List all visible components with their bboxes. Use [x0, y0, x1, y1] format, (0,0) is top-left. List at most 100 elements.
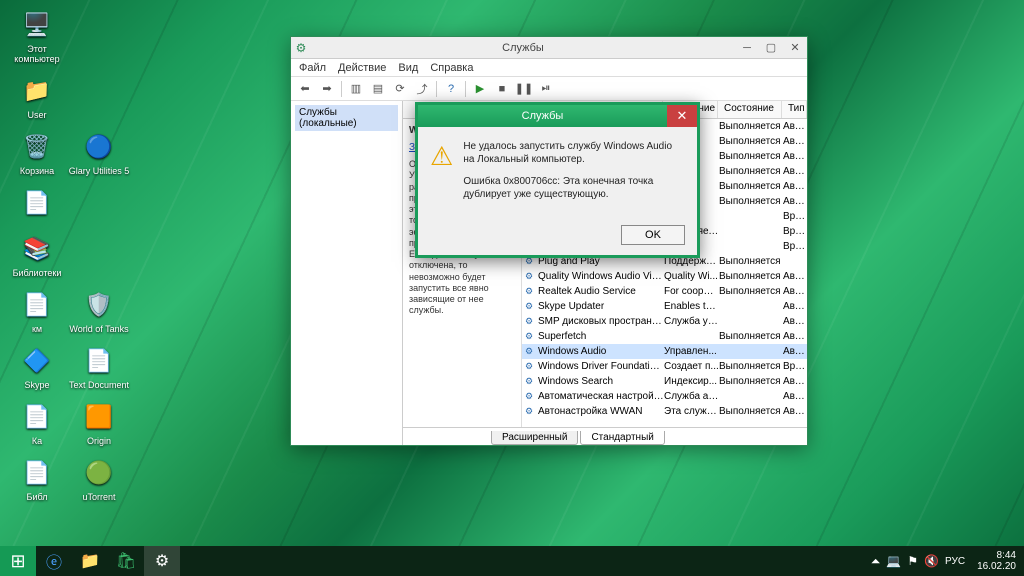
desktop-icon-glyph: 📄	[82, 344, 116, 378]
taskbar-store-icon[interactable]: 🛍	[108, 546, 144, 576]
desktop-icon[interactable]	[68, 8, 130, 44]
desktop-icon-glyph: 🟢	[82, 456, 116, 490]
desktop-icon-glyph	[82, 8, 116, 42]
menu-view[interactable]: Вид	[398, 62, 418, 74]
restart-service-icon[interactable]: ⏯	[536, 79, 556, 99]
desktop-icon[interactable]: 🛡️World of Tanks	[68, 288, 130, 334]
close-button[interactable]: ✕	[783, 38, 807, 58]
service-row[interactable]: ⚙ Windows Search Индексир... Выполняется…	[522, 374, 807, 389]
service-name: SMP дисковых пространств...	[536, 316, 664, 327]
desktop-icon[interactable]	[68, 232, 130, 268]
desktop-icon-label: Корзина	[6, 166, 68, 176]
service-row[interactable]: ⚙ Skype Updater Enables th... Автоматиче…	[522, 299, 807, 314]
service-startup: Автоматиче...	[783, 286, 807, 297]
service-status: Выполняется	[719, 166, 783, 177]
service-row[interactable]: ⚙ Superfetch Выполняется Автоматиче...	[522, 329, 807, 344]
service-startup: Вручную	[783, 226, 807, 237]
start-button[interactable]: ⊞	[0, 546, 36, 576]
taskbar: ⊞ ⓔ 📁 🛍 ⚙ ⏶ 💻 ⚑ 🔇 РУС 8:44 16.02.20	[0, 546, 1024, 576]
taskbar-ie-icon[interactable]: ⓔ	[36, 546, 72, 576]
desktop-icon[interactable]: 🖥️Этот компьютер	[6, 8, 68, 64]
desktop-icon-glyph: 📚	[20, 232, 54, 266]
service-row[interactable]: ⚙ Windows Driver Foundation... Создает п…	[522, 359, 807, 374]
console-tree[interactable]: Службы (локальные)	[291, 101, 403, 445]
ok-button[interactable]: OK	[621, 225, 685, 245]
tray-action-center-icon[interactable]: ⚑	[907, 554, 918, 568]
tab-extended[interactable]: Расширенный	[491, 431, 578, 445]
service-name: Realtek Audio Service	[536, 286, 664, 297]
dialog-titlebar[interactable]: Службы ✕	[418, 105, 697, 127]
col-startup[interactable]: Тип запуска	[782, 101, 807, 118]
stop-service-icon[interactable]: ■	[492, 79, 512, 99]
menu-file[interactable]: Файл	[299, 62, 326, 74]
export-icon[interactable]: ⤴	[412, 79, 432, 99]
service-status: Выполняется	[719, 181, 783, 192]
service-status: Выполняется	[719, 286, 783, 297]
service-desc: Служба уз...	[664, 316, 719, 327]
dialog-close-button[interactable]: ✕	[667, 105, 697, 127]
service-startup: Автоматиче...	[783, 181, 807, 192]
show-hide-tree-icon[interactable]: ▥	[346, 79, 366, 99]
service-row[interactable]: ⚙ Автоматическая настройк... Служба ав..…	[522, 389, 807, 404]
desktop-icon[interactable]	[68, 74, 130, 110]
system-tray: ⏶ 💻 ⚑ 🔇 РУС 8:44 16.02.20	[871, 550, 1024, 572]
tray-chevron-icon[interactable]: ⏶	[871, 554, 881, 569]
desktop-icon[interactable]: 📄	[6, 186, 68, 222]
service-row[interactable]: ⚙ SMP дисковых пространств... Служба уз.…	[522, 314, 807, 329]
desktop-icon-label: Этот компьютер	[6, 44, 68, 64]
service-row[interactable]: ⚙ Автонастройка WWAN Эта служб... Выполн…	[522, 404, 807, 419]
desktop-icon[interactable]: 🔵Glary Utilities 5	[68, 130, 130, 176]
titlebar[interactable]: ⚙ Службы ─ ▢ ✕	[291, 37, 807, 59]
pause-service-icon[interactable]: ❚❚	[514, 79, 534, 99]
back-icon[interactable]: ⬅	[295, 79, 315, 99]
service-row[interactable]: ⚙ Windows Audio Управлен... Автоматиче..…	[522, 344, 807, 359]
service-startup: Вручную	[783, 211, 807, 222]
desktop-icon[interactable]: 📄км	[6, 288, 68, 334]
tray-network-icon[interactable]: 💻	[886, 554, 901, 568]
forward-icon[interactable]: ➡	[317, 79, 337, 99]
taskbar-clock[interactable]: 8:44 16.02.20	[971, 550, 1016, 572]
refresh-icon[interactable]: ⟳	[390, 79, 410, 99]
desktop-icon[interactable]	[68, 186, 130, 222]
tree-services-local[interactable]: Службы (локальные)	[295, 105, 398, 131]
service-desc: For cooper...	[664, 286, 719, 297]
desktop-icon[interactable]: 📄Ка	[6, 400, 68, 446]
service-startup: Автоматиче...	[783, 151, 807, 162]
tray-volume-icon[interactable]: 🔇	[924, 554, 939, 568]
service-row[interactable]: ⚙ Quality Windows Audio Vid... Quality W…	[522, 269, 807, 284]
help-icon[interactable]: ?	[441, 79, 461, 99]
desktop-icon-label: Origin	[68, 436, 130, 446]
gear-icon: ⚙	[522, 286, 536, 297]
desktop-icon[interactable]: 🗑️Корзина	[6, 130, 68, 176]
desktop-icon-glyph: 📄	[20, 456, 54, 490]
taskbar-explorer-icon[interactable]: 📁	[72, 546, 108, 576]
service-name: Superfetch	[536, 331, 664, 342]
desktop-icon-glyph: 🔷	[20, 344, 54, 378]
menu-action[interactable]: Действие	[338, 62, 386, 74]
desktop-icon[interactable]: 🟧Origin	[68, 400, 130, 446]
desktop-icon[interactable]: 📄Text Document	[68, 344, 130, 390]
tab-standard[interactable]: Стандартный	[580, 431, 664, 445]
minimize-button[interactable]: ─	[735, 38, 759, 58]
menu-help[interactable]: Справка	[430, 62, 473, 74]
service-status: Выполняется	[719, 406, 783, 417]
properties-icon[interactable]: ▤	[368, 79, 388, 99]
gear-icon: ⚙	[522, 301, 536, 312]
service-startup: Автоматиче...	[783, 316, 807, 327]
tray-language[interactable]: РУС	[945, 556, 965, 567]
desktop-icon[interactable]: 📚Библиотеки	[6, 232, 68, 278]
taskbar-services-icon[interactable]: ⚙	[144, 546, 180, 576]
col-status[interactable]: Состояние	[718, 101, 782, 118]
maximize-button[interactable]: ▢	[759, 38, 783, 58]
service-row[interactable]: ⚙ Realtek Audio Service For cooper... Вы…	[522, 284, 807, 299]
service-desc: Служба ав...	[664, 391, 719, 402]
desktop-icon-label: User	[6, 110, 68, 120]
service-name: Автоматическая настройк...	[536, 391, 664, 402]
desktop-icon-label: Ка	[6, 436, 68, 446]
desktop-icon[interactable]: 📁User	[6, 74, 68, 120]
start-service-icon[interactable]: ▶	[470, 79, 490, 99]
desktop-icon[interactable]: 🟢uTorrent	[68, 456, 130, 502]
desktop-icon[interactable]: 📄Библ	[6, 456, 68, 502]
desktop-icon[interactable]: 🔷Skype	[6, 344, 68, 390]
service-startup: Автоматиче...	[783, 376, 807, 387]
